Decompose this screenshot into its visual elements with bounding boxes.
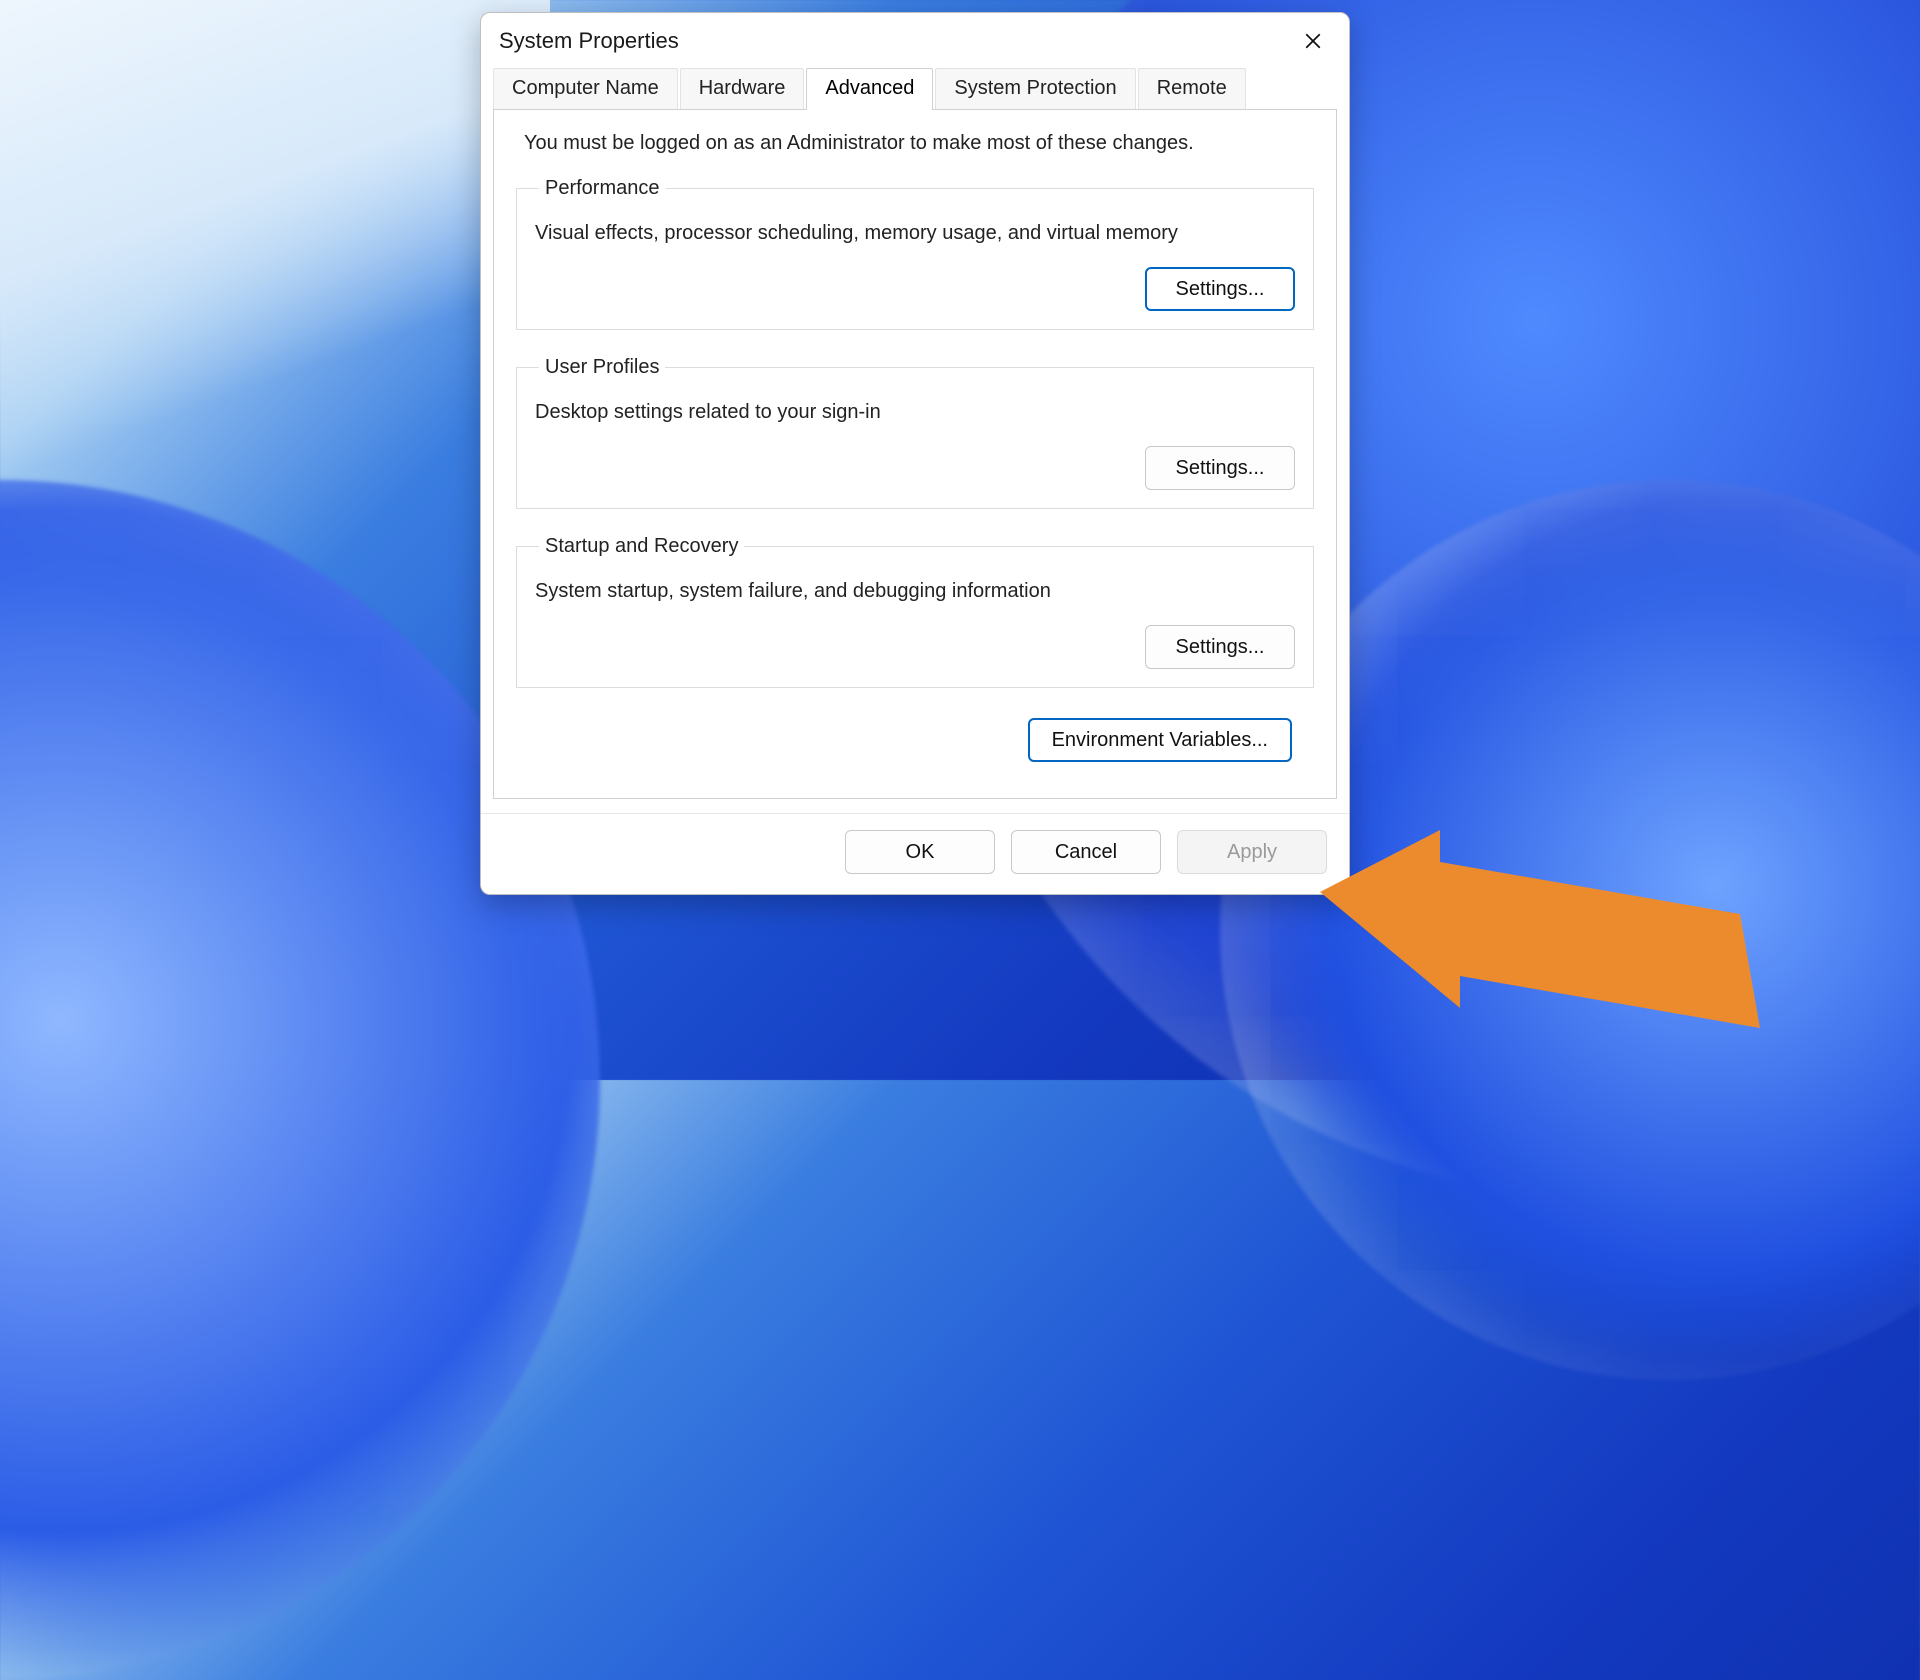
advanced-panel: You must be logged on as an Administrato… [493, 109, 1337, 799]
group-user-profiles-desc: Desktop settings related to your sign-in [535, 401, 1295, 424]
window-title: System Properties [499, 28, 679, 54]
tabstrip: Computer Name Hardware Advanced System P… [481, 67, 1349, 109]
cancel-button[interactable]: Cancel [1011, 830, 1161, 874]
group-startup-recovery-legend: Startup and Recovery [539, 535, 744, 558]
ok-button[interactable]: OK [845, 830, 995, 874]
group-performance-legend: Performance [539, 177, 666, 200]
close-icon [1304, 32, 1322, 50]
performance-settings-button[interactable]: Settings... [1145, 267, 1295, 311]
tab-system-protection[interactable]: System Protection [935, 68, 1135, 110]
group-startup-recovery: Startup and Recovery System startup, sys… [516, 535, 1314, 688]
dialog-footer: OK Cancel Apply [481, 813, 1349, 894]
group-startup-recovery-desc: System startup, system failure, and debu… [535, 580, 1295, 603]
user-profiles-settings-button[interactable]: Settings... [1145, 446, 1295, 490]
system-properties-dialog: System Properties Computer Name Hardware… [480, 12, 1350, 895]
close-button[interactable] [1293, 25, 1333, 57]
apply-button[interactable]: Apply [1177, 830, 1327, 874]
environment-variables-button[interactable]: Environment Variables... [1028, 718, 1292, 762]
startup-recovery-settings-button[interactable]: Settings... [1145, 625, 1295, 669]
admin-note: You must be logged on as an Administrato… [516, 132, 1314, 155]
group-performance: Performance Visual effects, processor sc… [516, 177, 1314, 330]
titlebar: System Properties [481, 13, 1349, 67]
tab-computer-name[interactable]: Computer Name [493, 68, 678, 110]
group-performance-desc: Visual effects, processor scheduling, me… [535, 222, 1295, 245]
group-user-profiles: User Profiles Desktop settings related t… [516, 356, 1314, 509]
group-user-profiles-legend: User Profiles [539, 356, 665, 379]
tab-remote[interactable]: Remote [1138, 68, 1246, 110]
tab-hardware[interactable]: Hardware [680, 68, 805, 110]
tab-advanced[interactable]: Advanced [806, 68, 933, 110]
